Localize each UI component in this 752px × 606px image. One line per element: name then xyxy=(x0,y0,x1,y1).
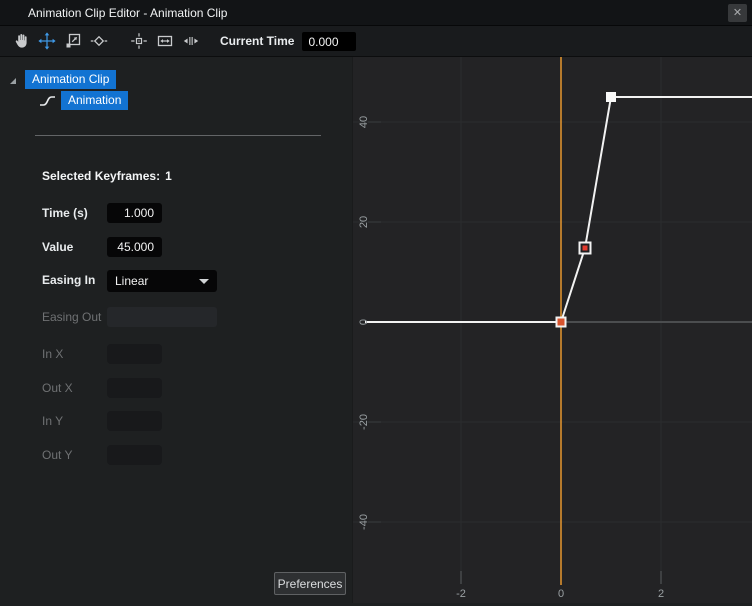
time-label: Time (s) xyxy=(42,206,88,220)
easing-out-input xyxy=(107,307,217,327)
move-tool-button[interactable] xyxy=(34,28,60,54)
split-arrows-icon xyxy=(183,37,199,45)
scale-icon xyxy=(66,33,81,48)
easing-in-dropdown[interactable]: Linear xyxy=(107,270,217,292)
hand-icon xyxy=(15,34,27,48)
in-x-label: In X xyxy=(42,347,64,361)
in-y-row: In Y xyxy=(0,411,352,433)
window-title: Animation Clip Editor - Animation Clip xyxy=(28,6,228,20)
time-row: Time (s) 1.000 xyxy=(0,203,352,225)
titlebar: Animation Clip Editor - Animation Clip ✕ xyxy=(0,0,752,26)
section-divider xyxy=(35,135,321,136)
selected-keyframes-header: Selected Keyframes: 1 xyxy=(42,169,172,183)
animation-curve[interactable] xyxy=(365,96,752,323)
in-x-row: In X xyxy=(0,344,352,366)
tree-item-animation[interactable]: Animation xyxy=(38,91,129,110)
value-row: Value 45.000 xyxy=(0,237,352,259)
in-y-input xyxy=(107,411,162,431)
keyframe-selected-dot xyxy=(582,245,588,251)
tree-item-label[interactable]: Animation xyxy=(61,91,129,110)
time-input[interactable]: 1.000 xyxy=(107,203,162,223)
diamond-icon xyxy=(90,35,108,47)
fit-horizontal-icon xyxy=(157,35,173,47)
selected-keyframes-count: 1 xyxy=(165,169,172,183)
fit-vertical-button[interactable] xyxy=(178,28,204,54)
curve-editor[interactable]: 40 20 0 -20 -40 -2 0 2 xyxy=(352,57,752,603)
close-button[interactable]: ✕ xyxy=(728,4,747,22)
add-keyframe-button[interactable] xyxy=(86,28,112,54)
keyframe-marker-start[interactable] xyxy=(555,316,567,328)
tree-item-animation-clip[interactable]: Animation Clip xyxy=(8,70,117,89)
chevron-down-icon xyxy=(199,279,209,284)
crosshair-icon xyxy=(131,33,147,49)
out-x-label: Out X xyxy=(42,381,73,395)
out-x-row: Out X xyxy=(0,378,352,400)
scale-tool-button[interactable] xyxy=(60,28,86,54)
easing-in-row: Easing In Linear xyxy=(0,270,352,292)
center-view-button[interactable] xyxy=(126,28,152,54)
keyframe-marker[interactable] xyxy=(606,92,616,102)
x-axis-label: 0 xyxy=(558,588,564,600)
out-x-input xyxy=(107,378,162,398)
out-y-input xyxy=(107,445,162,465)
easing-out-label: Easing Out xyxy=(42,310,102,324)
tree-item-label[interactable]: Animation Clip xyxy=(25,70,117,89)
pan-tool-button[interactable] xyxy=(8,28,34,54)
move-arrows-icon xyxy=(38,32,56,50)
y-axis-label: -40 xyxy=(358,514,370,530)
properties-panel: Animation Clip Animation Selected Keyfra… xyxy=(0,57,352,603)
out-y-row: Out Y xyxy=(0,445,352,467)
in-y-label: In Y xyxy=(42,414,64,428)
y-axis-label: 20 xyxy=(358,216,370,228)
y-axis-label: 40 xyxy=(358,116,370,128)
easing-in-label: Easing In xyxy=(42,273,96,287)
preferences-button[interactable]: Preferences xyxy=(274,572,346,595)
animation-curve-icon xyxy=(40,95,55,106)
curve-canvas[interactable]: 40200-20-40-2 0 2 xyxy=(353,57,752,603)
current-time-label: Current Time xyxy=(220,34,295,48)
easing-out-row: Easing Out xyxy=(0,307,352,329)
y-axis-label: 0 xyxy=(358,319,370,325)
out-y-label: Out Y xyxy=(42,448,73,462)
easing-in-value: Linear xyxy=(115,274,149,288)
x-axis-label: 2 xyxy=(658,588,664,600)
value-input[interactable]: 45.000 xyxy=(107,237,162,257)
toolbar: Current Time 0.000 xyxy=(0,26,752,57)
in-x-input xyxy=(107,344,162,364)
y-axis-label: -20 xyxy=(358,414,370,430)
fit-horizontal-button[interactable] xyxy=(152,28,178,54)
value-label: Value xyxy=(42,240,74,254)
selected-keyframes-label: Selected Keyframes: xyxy=(42,169,161,183)
x-axis-label: -2 xyxy=(456,588,466,600)
current-time-input[interactable]: 0.000 xyxy=(302,31,357,51)
expand-triangle-icon[interactable] xyxy=(8,76,18,86)
